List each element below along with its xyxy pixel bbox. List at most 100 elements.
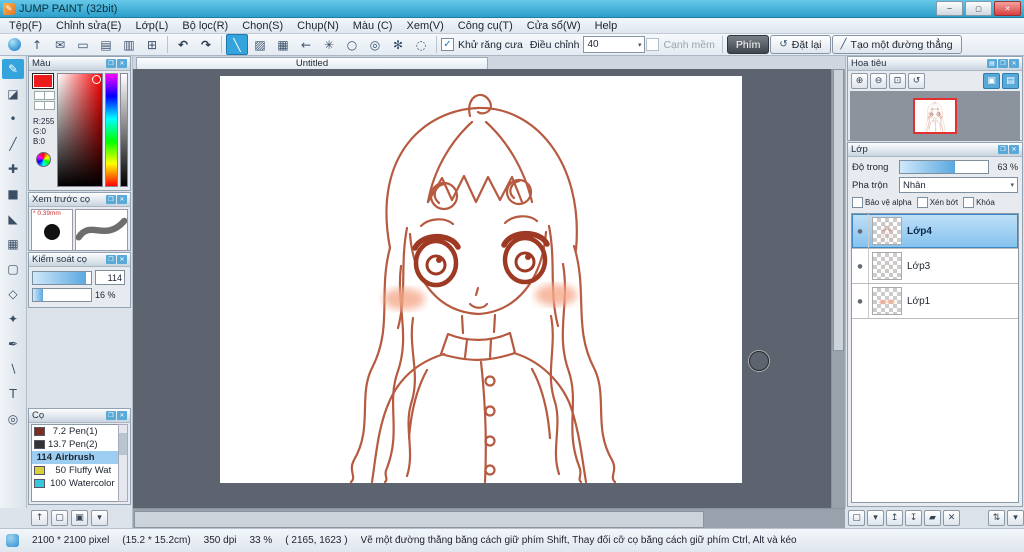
scrollbar-thumb[interactable] xyxy=(134,511,704,528)
close-panel-icon[interactable]: ✕ xyxy=(117,195,127,204)
mesh-tool-button[interactable]: ▦ xyxy=(272,34,294,55)
hue-slider[interactable] xyxy=(105,73,118,187)
magic-wand-tool[interactable]: ✦ xyxy=(2,309,24,329)
brush-size-slider[interactable] xyxy=(32,270,92,285)
navigator-thumbnail[interactable] xyxy=(913,98,957,134)
gradient-tool[interactable]: ▦ xyxy=(2,234,24,254)
undo-button[interactable]: ↶ xyxy=(172,34,194,55)
bucket-tool[interactable]: ◣ xyxy=(2,209,24,229)
panel-menu-icon[interactable]: ▤ xyxy=(987,59,997,68)
zoom-in-button[interactable]: ⊕ xyxy=(851,73,868,89)
menu-cua-so[interactable]: Cửa sổ(W) xyxy=(520,20,588,32)
move-layer-down-button[interactable]: ↧ xyxy=(905,510,922,526)
scrollbar-thumb[interactable] xyxy=(119,433,127,455)
redo-button[interactable]: ↷ xyxy=(195,34,217,55)
canvas-horizontal-scrollbar[interactable] xyxy=(133,508,845,528)
layer-row[interactable]: ● Lớp1 xyxy=(852,284,1018,319)
popout-icon[interactable]: ❐ xyxy=(106,195,116,204)
feedback-button[interactable]: ✉ xyxy=(49,34,71,55)
menu-lop[interactable]: Lớp(L) xyxy=(128,20,175,32)
brush-size-value[interactable]: 114 xyxy=(95,270,125,285)
menu-chon[interactable]: Chọn(S) xyxy=(235,20,290,32)
close-panel-icon[interactable]: ✕ xyxy=(117,255,127,264)
brush-list-item[interactable]: 13.7 Pen(2) xyxy=(32,438,118,451)
close-panel-icon[interactable]: ✕ xyxy=(117,59,127,68)
fill-rect-tool[interactable]: ■ xyxy=(2,184,24,204)
new-folder-button[interactable]: ▰ xyxy=(924,510,941,526)
protect-alpha-checkbox[interactable] xyxy=(852,197,863,208)
canvas-vertical-scrollbar[interactable] xyxy=(831,69,845,508)
layer-visibility-icon[interactable]: ● xyxy=(852,214,869,248)
popout-icon[interactable]: ❐ xyxy=(106,255,116,264)
dot-tool[interactable]: • xyxy=(2,109,24,129)
sort-layers-button[interactable]: ⇅ xyxy=(988,510,1005,526)
circle-guide-button[interactable]: ○ xyxy=(341,34,363,55)
reset-button[interactable]: ↺ Đặt lại xyxy=(770,35,831,54)
soft-edge-checkbox[interactable] xyxy=(646,38,660,51)
menu-bo-loc[interactable]: Bộ lọc(R) xyxy=(175,20,235,32)
select-tool[interactable]: ▢ xyxy=(2,259,24,279)
ellipse-guide-button[interactable]: ◌ xyxy=(410,34,432,55)
navigator-settings-button[interactable]: ▤ xyxy=(1002,73,1019,89)
close-panel-icon[interactable]: ✕ xyxy=(1009,145,1019,154)
zoom-tool[interactable]: ◎ xyxy=(2,409,24,429)
menu-tep[interactable]: Tệp(F) xyxy=(2,20,49,32)
radial-guide-button[interactable]: ✻ xyxy=(387,34,409,55)
menu-cong-cu[interactable]: Công cụ(T) xyxy=(451,20,520,32)
brush-list-item[interactable]: 7.2 Pen(1) xyxy=(32,425,118,438)
new-brush-button[interactable]: ▢ xyxy=(51,510,68,526)
delete-layer-button[interactable]: ✕ xyxy=(943,510,960,526)
clipping-checkbox[interactable] xyxy=(916,197,928,208)
value-slider[interactable] xyxy=(120,73,128,187)
eyedropper-tool[interactable]: ∖ xyxy=(2,359,24,379)
symmetry-tool-button[interactable]: ✳ xyxy=(318,34,340,55)
color-history-swatch[interactable] xyxy=(43,91,55,100)
layer-opacity-slider[interactable] xyxy=(899,160,989,174)
brush-list-item[interactable]: 100 Watercolor xyxy=(32,477,118,490)
eraser-tool[interactable]: ◪ xyxy=(2,84,24,104)
drawing-canvas[interactable] xyxy=(220,76,742,483)
layer-row-selected[interactable]: ● Lớp4 xyxy=(852,214,1018,249)
layer-visibility-icon[interactable]: ● xyxy=(852,284,869,318)
cross-hatch-tool-button[interactable]: ▨ xyxy=(249,34,271,55)
perspective-tool-button[interactable]: ← xyxy=(295,34,317,55)
saturation-value-picker[interactable] xyxy=(57,73,103,187)
current-color-swatch[interactable] xyxy=(32,73,54,89)
minimize-button[interactable]: ─ xyxy=(936,1,963,16)
page2-button[interactable]: ▥ xyxy=(118,34,140,55)
scrollbar-thumb[interactable] xyxy=(833,69,844,351)
edit-brush-button[interactable]: ▣ xyxy=(71,510,88,526)
spiral-guide-button[interactable]: ◎ xyxy=(364,34,386,55)
popout-icon[interactable]: ❐ xyxy=(998,145,1008,154)
blend-mode-select[interactable]: Nhân ▾ xyxy=(899,177,1018,193)
move-layer-up-button[interactable]: ↥ xyxy=(886,510,903,526)
brush-list-item-selected[interactable]: 114 Airbrush xyxy=(32,451,118,464)
menu-chup[interactable]: Chụp(N) xyxy=(290,20,346,32)
zoom-fit-button[interactable]: ⊡ xyxy=(889,73,906,89)
zoom-out-button[interactable]: ⊖ xyxy=(870,73,887,89)
parallel-lines-tool-button[interactable]: ╲ xyxy=(226,34,248,55)
draw-line-button[interactable]: ╱ Tạo một đường thẳng xyxy=(831,35,962,54)
popout-icon[interactable]: ❐ xyxy=(106,411,116,420)
select-pen-tool[interactable]: ✒ xyxy=(2,334,24,354)
adjust-input[interactable]: 40 ▾ xyxy=(583,36,646,53)
brush-opacity-slider[interactable] xyxy=(32,288,92,302)
menu-xem[interactable]: Xem(V) xyxy=(399,20,450,32)
lock-checkbox[interactable] xyxy=(963,197,975,208)
key-button[interactable]: Phím xyxy=(726,35,770,54)
lasso-tool[interactable]: ◇ xyxy=(2,284,24,304)
grid-button[interactable]: ⊞ xyxy=(141,34,163,55)
move-tool[interactable]: ✚ xyxy=(2,159,24,179)
layer-menu-button[interactable]: ▾ xyxy=(867,510,884,526)
brush-tool[interactable]: ✎ xyxy=(2,59,24,79)
document-tab[interactable]: Untitled xyxy=(136,57,488,69)
save-button[interactable] xyxy=(3,34,25,55)
brush-list-scrollbar[interactable] xyxy=(118,424,128,502)
close-panel-icon[interactable]: ✕ xyxy=(1009,59,1019,68)
line-tool[interactable]: ╱ xyxy=(2,134,24,154)
export-button[interactable]: ↑ xyxy=(26,34,48,55)
color-history-swatch[interactable] xyxy=(43,101,55,110)
close-button[interactable]: ✕ xyxy=(994,1,1021,16)
add-brush-button[interactable]: ↑ xyxy=(31,510,48,526)
menu-help[interactable]: Help xyxy=(588,20,625,32)
